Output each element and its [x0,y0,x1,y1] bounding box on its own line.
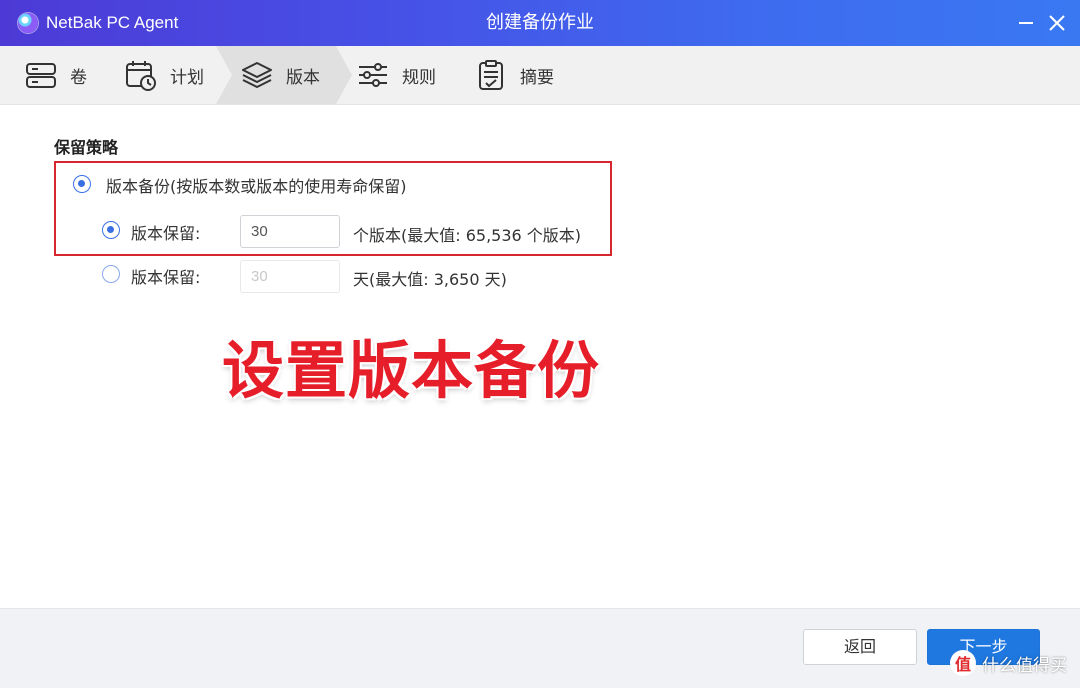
retention-days-hint: 天(最大值: 3,650 天) [353,270,507,289]
version-backup-label: 版本备份(按版本数或版本的使用寿命保留) [106,177,407,196]
close-icon[interactable] [1044,10,1070,36]
watermark: 值 什么值得买 [950,650,1067,676]
watermark-text: 什么值得买 [982,655,1067,676]
back-button[interactable]: 返回 [803,629,917,665]
wizard-step-bar: 卷 计划 版本 规则 摘要 [0,46,1080,105]
step-rules[interactable]: 规则 [356,46,436,104]
step-label: 计划 [170,67,204,88]
step-version[interactable]: 版本 [240,46,320,104]
volume-icon [26,63,56,88]
retain-by-count-label: 版本保留: [131,224,201,243]
step-volume[interactable]: 卷 [24,46,87,104]
step-schedule[interactable]: 计划 [124,46,204,104]
calendar-clock-icon [126,61,156,91]
minimize-icon[interactable] [1013,10,1039,36]
version-count-input[interactable]: 30 [240,215,340,248]
step-label: 规则 [402,67,436,88]
sliders-icon [359,63,387,87]
footer-bar: 返回 下一步 [0,608,1080,688]
step-summary[interactable]: 摘要 [474,46,554,104]
retention-days-input[interactable]: 30 [240,260,340,293]
retain-by-count-radio[interactable] [102,221,120,239]
layers-icon [242,62,272,88]
overlay-caption: 设置版本备份 [222,334,601,407]
retention-policy-title: 保留策略 [54,138,119,157]
step-label: 版本 [286,67,320,88]
app-window: NetBak PC Agent 创建备份作业 卷 计划 版本 规则 摘要 保留策… [0,0,1080,688]
watermark-logo-icon: 值 [950,650,976,676]
version-backup-radio[interactable] [73,175,91,193]
version-count-hint: 个版本(最大值: 65,536 个版本) [353,226,582,245]
retain-by-days-radio[interactable] [102,265,120,283]
step-label: 卷 [70,67,87,88]
step-label: 摘要 [520,67,554,88]
retain-by-days-label: 版本保留: [131,268,201,287]
clipboard-icon [479,60,503,90]
title-bar: NetBak PC Agent 创建备份作业 [0,0,1080,46]
window-title: 创建备份作业 [486,12,594,33]
